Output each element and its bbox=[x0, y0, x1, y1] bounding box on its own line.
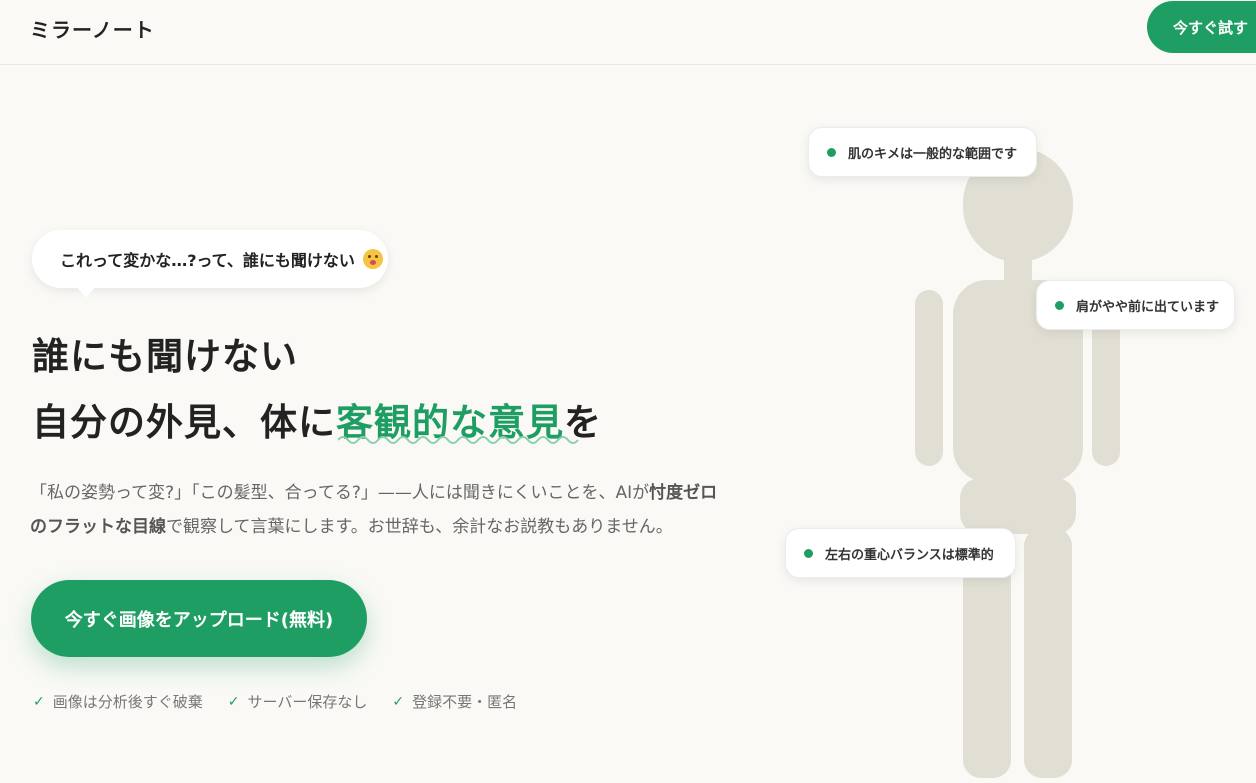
upload-image-button[interactable]: 今すぐ画像をアップロード(無料) bbox=[31, 580, 367, 657]
header-try-now-button[interactable]: 今すぐ試す bbox=[1147, 1, 1256, 53]
feature-item: ✓ 登録不要・匿名 bbox=[392, 691, 517, 712]
callout-label: 肩がやや前に出ています bbox=[1076, 299, 1220, 315]
callout-skin: 肌のキメは一般的な範囲です bbox=[808, 127, 1037, 177]
green-dot-icon bbox=[1055, 300, 1064, 310]
checkmark-icon: ✓ bbox=[392, 693, 405, 710]
hero-description: 「私の姿勢って変?」「この髪型、合ってる?」——人には聞きにくいことを、AIが忖… bbox=[30, 476, 730, 544]
headline-line-1: 誰にも聞けない bbox=[32, 335, 298, 378]
logo[interactable]: ミラーノート bbox=[30, 14, 155, 43]
speech-bubble: これって変かな…?って、誰にも聞けない bbox=[32, 230, 388, 288]
callout-label: 肌のキメは一般的な範囲です bbox=[848, 146, 1018, 162]
speech-bubble-tail bbox=[76, 286, 96, 298]
site-header: ミラーノート 今すぐ試す bbox=[0, 0, 1256, 65]
flushed-face-emoji-icon bbox=[362, 249, 383, 269]
figure-left-arm bbox=[915, 290, 943, 466]
headline-prefix: 自分の外見、体に bbox=[32, 401, 336, 444]
feature-label: 画像は分析後すぐ破棄 bbox=[52, 693, 203, 711]
speech-bubble-text: これって変かな…?って、誰にも聞けない bbox=[60, 251, 355, 270]
callout-label: 左右の重心バランスは標準的 bbox=[825, 547, 994, 563]
callout-balance: 左右の重心バランスは標準的 bbox=[785, 528, 1016, 578]
checkmark-icon: ✓ bbox=[227, 693, 240, 710]
figure-hips bbox=[960, 478, 1076, 534]
feature-item: ✓ サーバー保存なし bbox=[228, 691, 368, 712]
description-text: 「私の姿勢って変?」「この髪型、合ってる?」——人には聞きにくいことを、AIが bbox=[30, 483, 650, 503]
green-dot-icon bbox=[827, 147, 836, 157]
green-dot-icon bbox=[804, 548, 813, 558]
figure-right-leg bbox=[1024, 528, 1072, 778]
checkmark-icon: ✓ bbox=[33, 693, 45, 710]
feature-label: 登録不要・匿名 bbox=[412, 693, 518, 711]
feature-item: ✓ 画像は分析後すぐ破棄 bbox=[33, 691, 203, 712]
wavy-underline bbox=[338, 436, 579, 444]
feature-label: サーバー保存なし bbox=[247, 693, 368, 711]
feature-list: ✓ 画像は分析後すぐ破棄 ✓ サーバー保存なし ✓ 登録不要・匿名 bbox=[33, 691, 517, 712]
description-text: で観察して言葉にします。お世辞も、余計なお説教もありません。 bbox=[166, 517, 673, 537]
callout-shoulders: 肩がやや前に出ています bbox=[1036, 280, 1235, 330]
